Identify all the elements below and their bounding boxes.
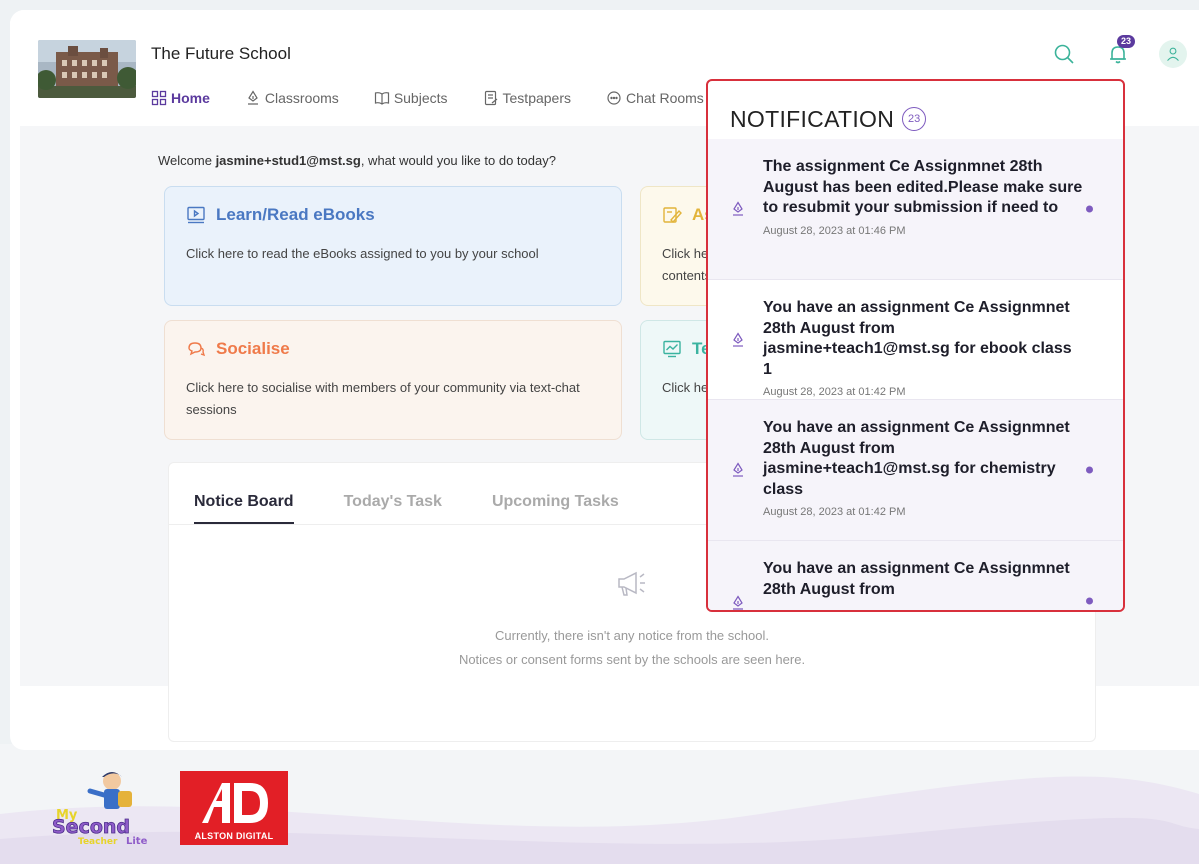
nav-chat-rooms[interactable]: Chat Rooms bbox=[606, 90, 704, 106]
tab-upcoming-tasks[interactable]: Upcoming Tasks bbox=[492, 493, 619, 524]
footer-logos: My Second Teacher Lite ALSTON DIGITAL bbox=[50, 767, 288, 845]
chat-bubble-icon bbox=[607, 91, 621, 105]
learn-ebooks-tile[interactable]: Learn/Read eBooks Click here to read the… bbox=[164, 186, 622, 306]
welcome-suffix: , what would you like to do today? bbox=[360, 153, 556, 168]
welcome-user: jasmine+stud1@mst.sg bbox=[215, 153, 361, 168]
socialise-title: Socialise bbox=[216, 339, 290, 358]
unread-dot bbox=[1086, 597, 1093, 605]
tab-todays-task[interactable]: Today's Task bbox=[344, 493, 442, 524]
pen-nib-icon bbox=[733, 595, 743, 610]
nav-chat-rooms-label: Chat Rooms bbox=[626, 90, 704, 106]
monitor-play-icon bbox=[187, 206, 205, 224]
pen-nib-icon bbox=[733, 201, 743, 216]
notification-item[interactable]: The assignment Ce Assignmnet 28th August… bbox=[708, 139, 1123, 280]
document-icon bbox=[484, 90, 497, 106]
notification-message: You have an assignment Ce Assignmnet 28t… bbox=[763, 299, 1072, 378]
notice-empty-line1: Currently, there isn't any notice from t… bbox=[495, 628, 769, 643]
nav-subjects[interactable]: Subjects bbox=[374, 90, 448, 106]
notice-empty-line2: Notices or consent forms sent by the sch… bbox=[458, 652, 806, 667]
notification-count: 23 bbox=[902, 107, 927, 131]
notification-title: NOTIFICATION bbox=[730, 105, 895, 132]
search-button[interactable] bbox=[1051, 41, 1077, 67]
nav-classrooms-label: Classrooms bbox=[264, 90, 339, 106]
chat-bubbles-icon bbox=[188, 342, 206, 357]
notification-time: August 28, 2023 at 01:46 PM bbox=[763, 224, 906, 237]
svg-text:Teacher: Teacher bbox=[78, 837, 118, 845]
notification-panel: NOTIFICATION 23 The assignment Ce Assign… bbox=[706, 79, 1125, 612]
edit-note-icon bbox=[663, 207, 682, 224]
grid-icon bbox=[151, 90, 167, 106]
book-icon bbox=[374, 92, 389, 105]
svg-text:Second: Second bbox=[52, 816, 130, 838]
notification-time: August 28, 2023 at 01:42 PM bbox=[763, 506, 906, 518]
nav-home-label: Home bbox=[171, 90, 210, 106]
welcome-message: Welcome jasmine+stud1@mst.sg, what would… bbox=[158, 153, 556, 168]
assignments-desc-line2: contents bbox=[662, 268, 712, 283]
notification-header: NOTIFICATION 23 bbox=[708, 81, 1123, 139]
pen-nib-icon bbox=[733, 462, 743, 477]
socialise-tile[interactable]: Socialise Click here to socialise with m… bbox=[164, 320, 622, 440]
notification-button[interactable]: 23 bbox=[1105, 35, 1136, 67]
alston-digital-logo: ALSTON DIGITAL bbox=[180, 771, 288, 845]
notification-badge: 23 bbox=[1117, 35, 1136, 48]
welcome-prefix: Welcome bbox=[158, 153, 216, 168]
header-actions: 23 bbox=[1051, 35, 1187, 68]
notification-list[interactable]: The assignment Ce Assignmnet 28th August… bbox=[708, 139, 1123, 610]
user-icon bbox=[1167, 47, 1179, 61]
svg-text:Lite: Lite bbox=[126, 836, 148, 845]
search-icon bbox=[1054, 44, 1074, 64]
nav-home[interactable]: Home bbox=[151, 90, 210, 106]
notification-message: You have an assignment Ce Assignmnet 28t… bbox=[763, 419, 1070, 498]
notification-message: You have an assignment Ce Assignmnet 28t… bbox=[763, 560, 1070, 598]
unread-dot bbox=[1086, 466, 1093, 474]
learn-ebooks-desc: Click here to read the eBooks assigned t… bbox=[186, 246, 539, 261]
my-second-teacher-lite-logo: My Second Teacher Lite bbox=[52, 772, 148, 845]
alston-digital-text: ALSTON DIGITAL bbox=[194, 831, 274, 841]
school-name: The Future School bbox=[151, 44, 291, 63]
notification-item[interactable]: You have an assignment Ce Assignmnet 28t… bbox=[708, 400, 1123, 541]
school-photo bbox=[38, 40, 136, 98]
nav-subjects-label: Subjects bbox=[393, 90, 448, 106]
socialise-desc: Click here to socialise with members of … bbox=[186, 380, 580, 417]
nav-testpapers[interactable]: Testpapers bbox=[483, 90, 571, 106]
main-nav: Home Classrooms Subjects Testpapers Chat… bbox=[151, 90, 739, 106]
assignments-desc-line1: Click he bbox=[662, 246, 709, 261]
notification-message: The assignment Ce Assignmnet 28th August… bbox=[763, 158, 1083, 216]
learn-ebooks-title: Learn/Read eBooks bbox=[216, 205, 375, 224]
nav-testpapers-label: Testpapers bbox=[502, 90, 571, 106]
unread-dot bbox=[1086, 205, 1093, 213]
notification-item[interactable]: You have an assignment Ce Assignmnet 28t… bbox=[708, 541, 1123, 610]
notification-item[interactable]: You have an assignment Ce Assignmnet 28t… bbox=[708, 280, 1123, 400]
chart-monitor-icon bbox=[663, 340, 681, 358]
nav-classrooms[interactable]: Classrooms bbox=[245, 90, 339, 106]
profile-button[interactable] bbox=[1159, 40, 1187, 68]
notification-time: August 28, 2023 at 01:42 PM bbox=[763, 386, 906, 398]
megaphone-icon bbox=[618, 571, 645, 596]
pen-nib-icon bbox=[733, 331, 743, 347]
pen-nib-icon bbox=[247, 90, 258, 105]
tab-notice-board[interactable]: Notice Board bbox=[194, 493, 294, 524]
